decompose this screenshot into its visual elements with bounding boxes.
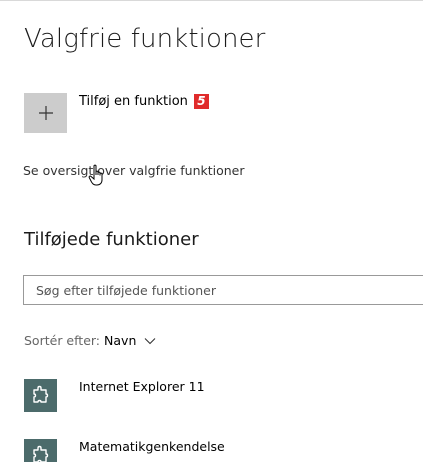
- installed-features-search-input[interactable]: Søg efter tilføjede funktioner: [23, 275, 423, 305]
- hand-cursor-icon: [88, 164, 103, 186]
- top-divider: [0, 0, 423, 1]
- feature-name: Matematikgenkendelse: [79, 439, 225, 454]
- sort-label: Sortér efter:: [24, 333, 101, 348]
- add-feature-label[interactable]: Tilføj en funktion 5: [79, 94, 209, 109]
- feature-item[interactable]: Matematikgenkendelse: [24, 439, 404, 462]
- sort-dropdown[interactable]: Sortér efter: Navn: [24, 333, 157, 348]
- feature-item[interactable]: Internet Explorer 11: [24, 379, 404, 419]
- step-badge: 5: [193, 94, 209, 109]
- puzzle-icon: [24, 379, 57, 412]
- add-feature-button[interactable]: [24, 93, 67, 133]
- page-title: Valgfrie funktioner: [24, 24, 266, 54]
- puzzle-icon: [24, 439, 57, 462]
- plus-icon: [38, 106, 53, 120]
- add-feature-text: Tilføj en funktion: [79, 94, 188, 109]
- view-optional-features-link[interactable]: Se oversigt over valgfrie funktioner: [23, 163, 245, 178]
- search-placeholder: Søg efter tilføjede funktioner: [36, 283, 216, 298]
- sort-value: Navn: [104, 333, 137, 348]
- feature-name: Internet Explorer 11: [79, 379, 205, 394]
- installed-features-heading: Tilføjede funktioner: [24, 229, 199, 250]
- chevron-down-icon: [144, 337, 156, 344]
